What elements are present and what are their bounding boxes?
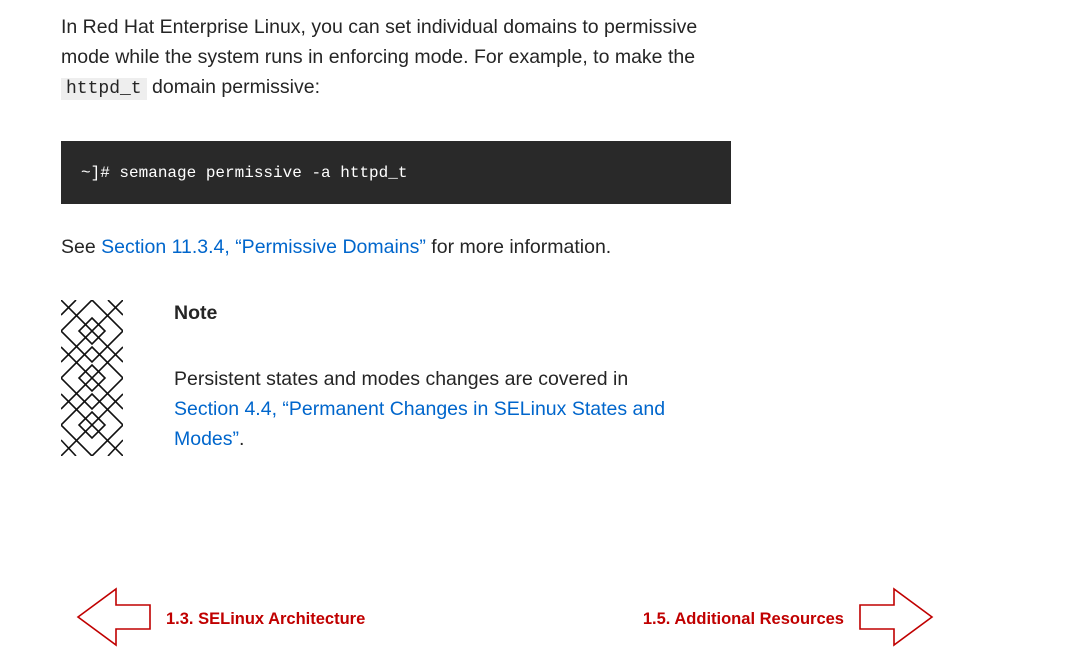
- arrow-right-icon: [858, 586, 934, 652]
- note-body-text: Persistent states and modes changes are …: [174, 368, 629, 390]
- permissive-domains-link[interactable]: Section 11.3.4, “Permissive Domains”: [101, 236, 426, 258]
- see-also-suffix: for more information.: [425, 236, 612, 258]
- prev-page-label: 1.3. SELinux Architecture: [166, 609, 366, 628]
- intro-text-end: domain permissive:: [146, 76, 321, 98]
- note-title: Note: [174, 302, 218, 324]
- note-body-end: .: [239, 428, 245, 450]
- see-also-prefix: See: [61, 236, 102, 258]
- command-text: ~]# semanage permissive -a httpd_t: [81, 163, 408, 182]
- next-page-label: 1.5. Additional Resources: [642, 609, 844, 628]
- note-pattern-icon: [61, 300, 123, 456]
- note-body: Persistent states and modes changes are …: [174, 364, 694, 454]
- see-also-paragraph: See Section 11.3.4, “Permissive Domains”…: [61, 232, 751, 262]
- intro-text: In Red Hat Enterprise Linux, you can set…: [61, 16, 698, 68]
- permanent-changes-link[interactable]: Section 4.4, “Permanent Changes in SELin…: [174, 398, 665, 450]
- command-code-block: ~]# semanage permissive -a httpd_t: [61, 141, 731, 204]
- prev-page-link[interactable]: 1.3. SELinux Architecture: [76, 586, 366, 652]
- next-page-link[interactable]: 1.5. Additional Resources: [642, 586, 934, 652]
- arrow-left-icon: [76, 586, 152, 652]
- intro-paragraph: In Red Hat Enterprise Linux, you can set…: [61, 12, 751, 104]
- inline-code-httpd: httpd_t: [61, 78, 147, 100]
